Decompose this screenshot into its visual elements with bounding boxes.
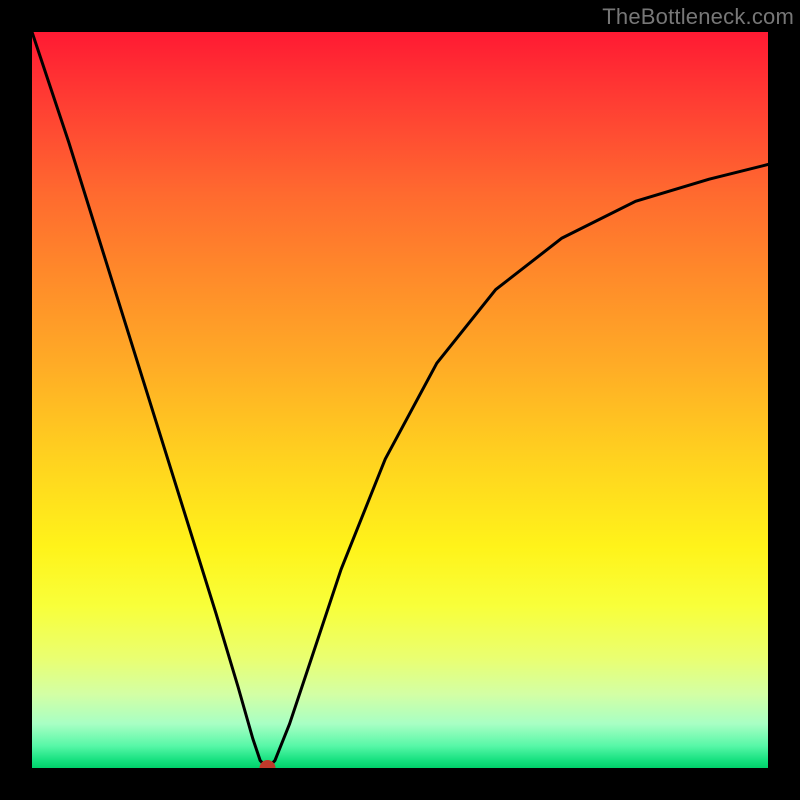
chart-frame: TheBottleneck.com — [0, 0, 800, 800]
watermark-text: TheBottleneck.com — [602, 4, 794, 30]
plot-area — [32, 32, 768, 768]
bottleneck-curve — [32, 32, 768, 768]
curve-layer — [32, 32, 768, 768]
